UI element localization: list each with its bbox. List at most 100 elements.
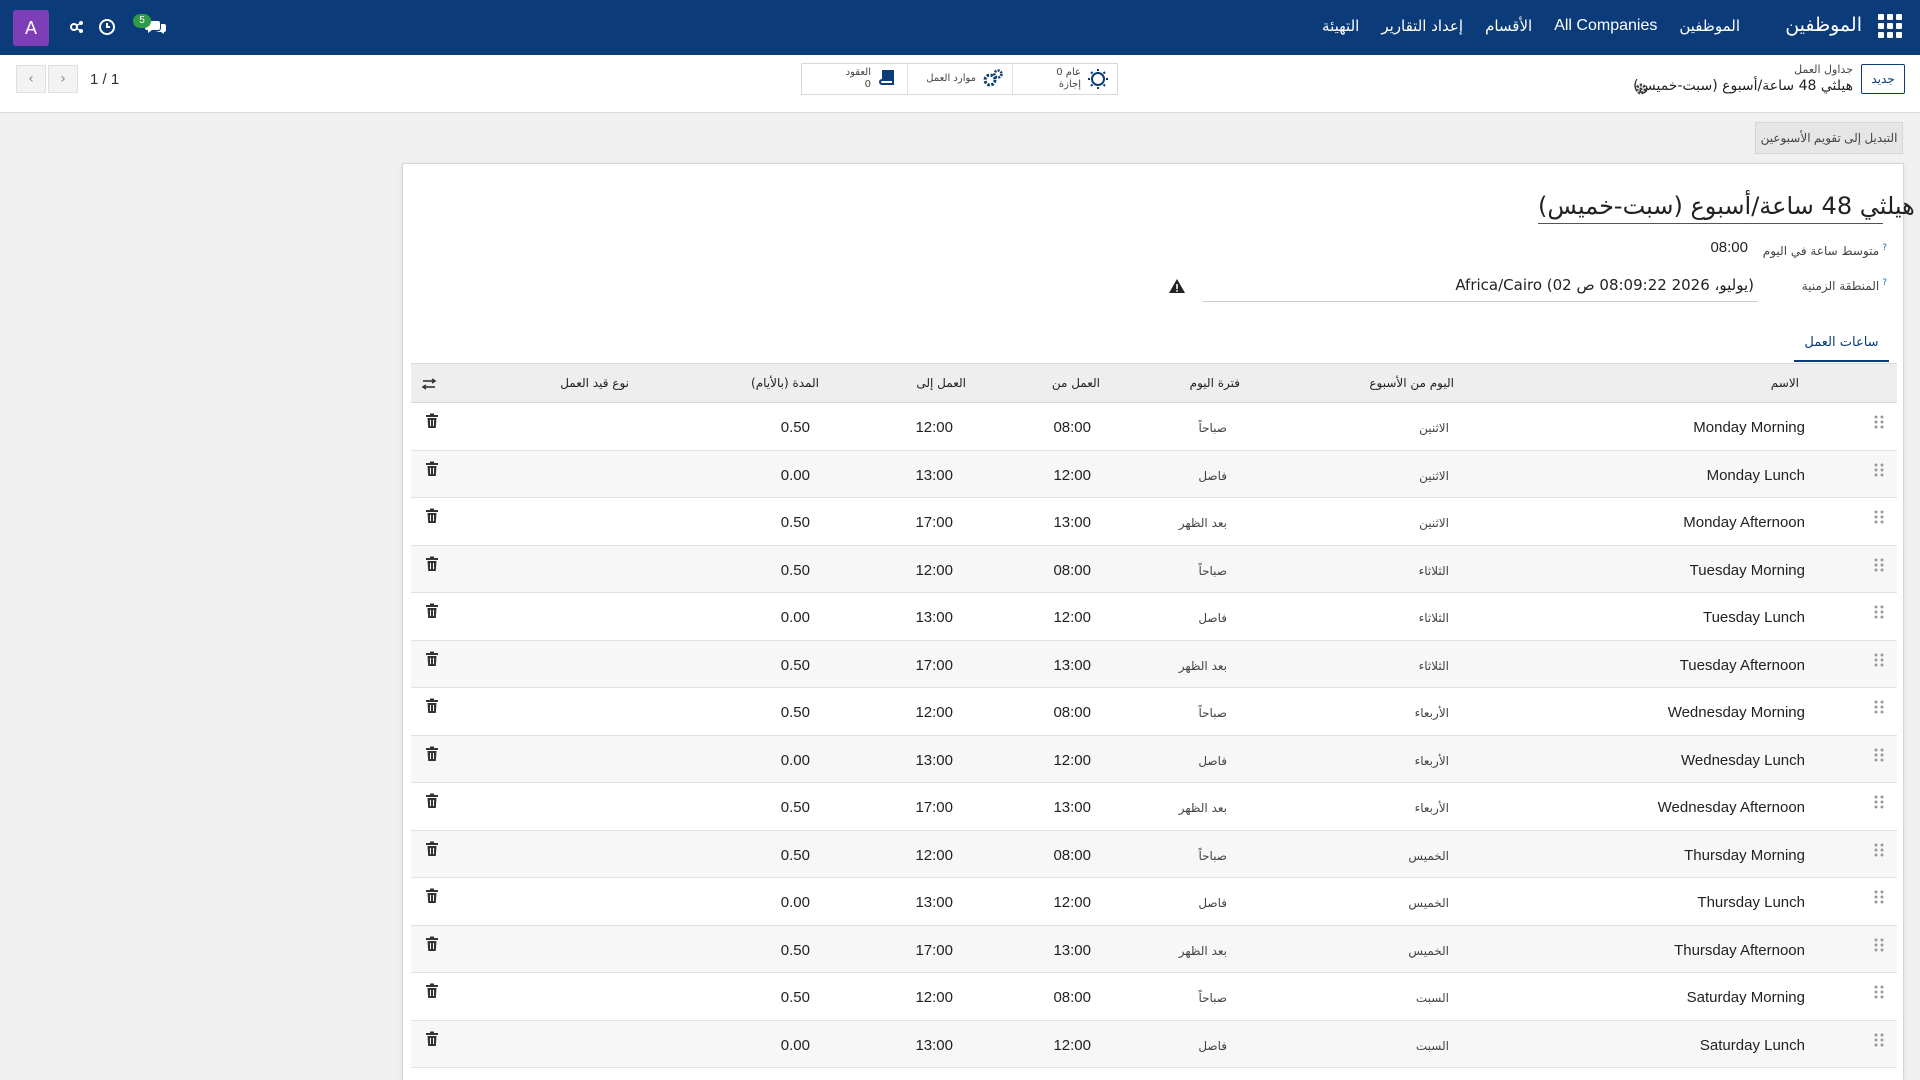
cell-hour-from[interactable]: 12:00 <box>1053 1037 1091 1054</box>
app-brand[interactable]: الموظفين <box>1785 14 1862 36</box>
pager-previous-button[interactable]: ‹ <box>16 65 46 93</box>
cell-hour-from[interactable]: 13:00 <box>1053 514 1091 531</box>
cell-period[interactable]: صباحاً <box>1198 564 1227 578</box>
cell-dayofweek[interactable]: الثلاثاء <box>1419 611 1449 625</box>
cell-duration[interactable]: 0.50 <box>781 942 810 959</box>
menu-employees[interactable]: الموظفين <box>1679 17 1740 35</box>
cell-hour-from[interactable]: 12:00 <box>1053 467 1091 484</box>
stat-button-contracts[interactable]: العقود 0 <box>802 64 907 94</box>
trash-icon[interactable] <box>425 793 439 809</box>
help-icon[interactable]: ? <box>1882 243 1887 253</box>
cell-hour-to[interactable]: 13:00 <box>915 752 953 769</box>
cell-name[interactable]: Tuesday Afternoon <box>1680 657 1805 674</box>
col-hour-from-header[interactable]: العمل من <box>1052 376 1100 390</box>
cell-name[interactable]: Wednesday Afternoon <box>1658 799 1805 816</box>
cell-duration[interactable]: 0.50 <box>781 419 810 436</box>
col-dayofweek-header[interactable]: اليوم من الأسبوع <box>1369 376 1454 390</box>
column-options-icon[interactable] <box>421 376 437 392</box>
apps-grid-icon[interactable] <box>1878 14 1902 38</box>
cell-name[interactable]: Thursday Afternoon <box>1674 942 1805 959</box>
cell-name[interactable]: Tuesday Morning <box>1690 562 1805 579</box>
cell-dayofweek[interactable]: السبت <box>1416 991 1449 1005</box>
cell-hour-from[interactable]: 08:00 <box>1053 847 1091 864</box>
cell-hour-to[interactable]: 17:00 <box>915 942 953 959</box>
cell-hour-from[interactable]: 13:00 <box>1053 657 1091 674</box>
pager-value[interactable]: 1 / 1 <box>90 71 119 88</box>
table-row[interactable]: Tuesday Afternoon الثلاثاء بعد الظهر 13:00 1… <box>411 640 1897 688</box>
cell-duration[interactable]: 0.50 <box>781 704 810 721</box>
gear-icon[interactable] <box>1634 81 1648 95</box>
clock-icon[interactable] <box>96 16 118 38</box>
trash-icon[interactable] <box>425 461 439 477</box>
cell-name[interactable]: Monday Lunch <box>1707 467 1805 484</box>
cell-duration[interactable]: 0.00 <box>781 894 810 911</box>
drag-handle-icon[interactable] <box>1873 889 1885 905</box>
cell-period[interactable]: صباحاً <box>1198 706 1227 720</box>
table-row[interactable]: Monday Afternoon الاثنين بعد الظهر 13:00 17:… <box>411 498 1897 546</box>
drag-handle-icon[interactable] <box>1873 1032 1885 1048</box>
trash-icon[interactable] <box>425 508 439 524</box>
cell-name[interactable]: Monday Afternoon <box>1683 514 1805 531</box>
cell-period[interactable]: بعد الظهر <box>1179 516 1227 530</box>
avg-hours-value[interactable]: 08:00 <box>1710 239 1748 256</box>
cell-duration[interactable]: 0.50 <box>781 847 810 864</box>
trash-icon[interactable] <box>425 841 439 857</box>
cell-period[interactable]: صباحاً <box>1198 991 1227 1005</box>
cell-duration[interactable]: 0.50 <box>781 989 810 1006</box>
col-period-header[interactable]: فترة اليوم <box>1190 376 1240 390</box>
cell-hour-to[interactable]: 12:00 <box>915 704 953 721</box>
cell-period[interactable]: بعد الظهر <box>1179 659 1227 673</box>
drag-handle-icon[interactable] <box>1873 652 1885 668</box>
trash-icon[interactable] <box>425 413 439 429</box>
cell-dayofweek[interactable]: الأربعاء <box>1415 801 1449 815</box>
trash-icon[interactable] <box>425 603 439 619</box>
cell-name[interactable]: Saturday Morning <box>1687 989 1805 1006</box>
cell-name[interactable]: Wednesday Morning <box>1668 704 1805 721</box>
table-row[interactable]: Tuesday Lunch الثلاثاء فاصل 12:00 13:00 0.00 <box>411 593 1897 641</box>
cell-hour-from[interactable]: 12:00 <box>1053 752 1091 769</box>
drag-handle-icon[interactable] <box>1873 557 1885 573</box>
cell-hour-from[interactable]: 13:00 <box>1053 799 1091 816</box>
cell-hour-to[interactable]: 13:00 <box>915 894 953 911</box>
cell-duration[interactable]: 0.00 <box>781 752 810 769</box>
cell-duration[interactable]: 0.00 <box>781 1037 810 1054</box>
table-row[interactable]: Thursday Afternoon الخميس بعد الظهر 13:00 17… <box>411 925 1897 973</box>
menu-departments[interactable]: الأقسام <box>1485 17 1532 35</box>
cell-name[interactable]: Thursday Morning <box>1684 847 1805 864</box>
cell-dayofweek[interactable]: الخميس <box>1408 896 1449 910</box>
cell-period[interactable]: فاصل <box>1198 754 1227 768</box>
cell-name[interactable]: Thursday Lunch <box>1697 894 1805 911</box>
cell-dayofweek[interactable]: الاثنين <box>1419 421 1449 435</box>
settings-share-icon[interactable] <box>66 16 88 38</box>
cell-duration[interactable]: 0.00 <box>781 467 810 484</box>
tab-working-hours[interactable]: ساعات العمل <box>1794 332 1889 362</box>
cell-duration[interactable]: 0.00 <box>781 609 810 626</box>
cell-period[interactable]: صباحاً <box>1198 421 1227 435</box>
cell-name[interactable]: Saturday Lunch <box>1700 1037 1805 1054</box>
drag-handle-icon[interactable] <box>1873 842 1885 858</box>
cell-period[interactable]: فاصل <box>1198 611 1227 625</box>
cell-hour-to[interactable]: 12:00 <box>915 989 953 1006</box>
drag-handle-icon[interactable] <box>1873 509 1885 525</box>
timezone-select[interactable]: Africa/Cairo (02 يوليو، 2026 08:09:22 ص) <box>1203 276 1758 302</box>
cell-dayofweek[interactable]: الثلاثاء <box>1419 659 1449 673</box>
cell-hour-to[interactable]: 12:00 <box>915 562 953 579</box>
cell-hour-to[interactable]: 17:00 <box>915 799 953 816</box>
cell-dayofweek[interactable]: الأربعاء <box>1415 706 1449 720</box>
table-row[interactable]: Wednesday Morning الأربعاء صباحاً 08:00 12:0… <box>411 688 1897 736</box>
stat-button-leaves[interactable]: 0 عام إجازة <box>1012 64 1117 94</box>
cell-hour-to[interactable]: 17:00 <box>915 514 953 531</box>
cell-period[interactable]: بعد الظهر <box>1179 801 1227 815</box>
cell-hour-to[interactable]: 12:00 <box>915 847 953 864</box>
cell-hour-to[interactable]: 13:00 <box>915 609 953 626</box>
cell-period[interactable]: فاصل <box>1198 896 1227 910</box>
table-row[interactable]: Wednesday Afternoon الأربعاء بعد الظهر 13:0… <box>411 783 1897 831</box>
cell-duration[interactable]: 0.50 <box>781 514 810 531</box>
trash-icon[interactable] <box>425 936 439 952</box>
cell-hour-to[interactable]: 13:00 <box>915 1037 953 1054</box>
cell-hour-to[interactable]: 13:00 <box>915 467 953 484</box>
col-work-entry-type-header[interactable]: نوع قيد العمل <box>560 376 629 390</box>
trash-icon[interactable] <box>425 746 439 762</box>
cell-hour-to[interactable]: 12:00 <box>915 419 953 436</box>
table-row[interactable]: Saturday Lunch السبت فاصل 12:00 13:00 0.00 <box>411 1020 1897 1068</box>
